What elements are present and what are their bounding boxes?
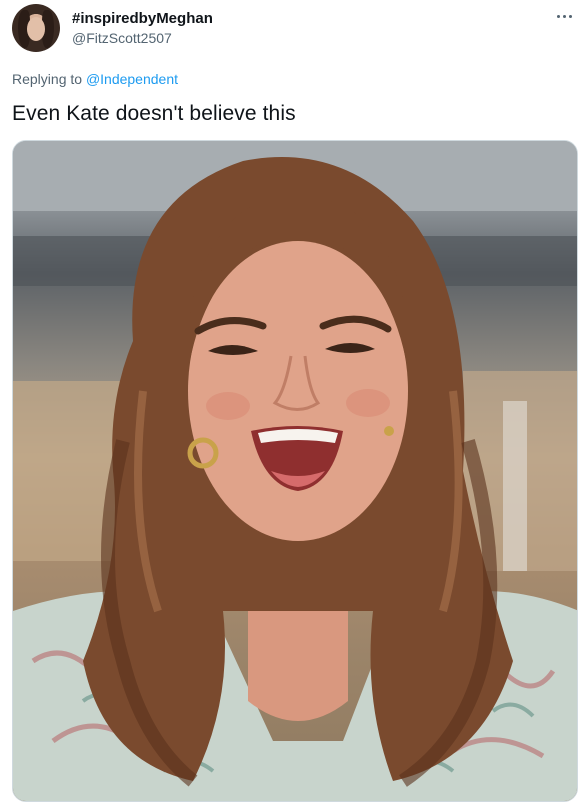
more-horizontal-icon[interactable]: [552, 6, 576, 26]
photo-illustration: [13, 141, 577, 801]
avatar[interactable]: [12, 4, 60, 52]
tweet-text: Even Kate doesn't believe this: [12, 102, 296, 125]
replying-to: Replying to @Independent: [12, 71, 178, 87]
replying-to-label: Replying to: [12, 71, 86, 87]
replying-to-mention[interactable]: @Independent: [86, 71, 178, 87]
user-handle[interactable]: @FitzScott2507: [72, 30, 172, 46]
tweet: #inspiredbyMeghan @FitzScott2507 Replyin…: [0, 0, 588, 810]
avatar-face: [27, 17, 45, 41]
tweet-photo[interactable]: [12, 140, 578, 802]
display-name[interactable]: #inspiredbyMeghan: [72, 10, 213, 27]
